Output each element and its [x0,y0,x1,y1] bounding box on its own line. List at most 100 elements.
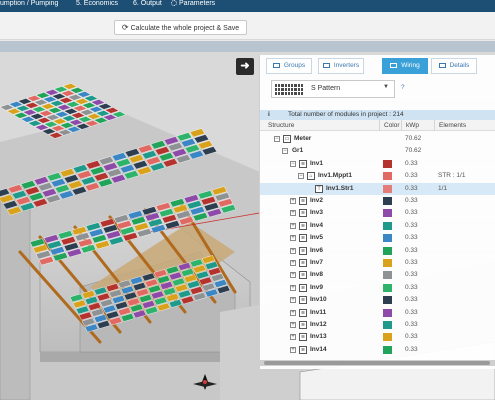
tree-row-label: Inv11 [310,308,327,316]
expand-icon[interactable]: + [290,309,296,316]
tree-row-label: Inv1.Str1 [326,184,354,192]
horizontal-scrollbar[interactable] [260,360,495,366]
color-swatch[interactable] [383,271,392,280]
color-swatch[interactable] [383,172,392,181]
tree-row-label: Inv8 [310,271,324,279]
tree-row-kwp: 0.33 [405,221,418,229]
expand-icon[interactable]: + [290,222,296,229]
column-kwp[interactable]: kWp [406,120,419,131]
color-swatch[interactable] [383,345,392,354]
help-icon[interactable]: ? [401,84,405,91]
nav-consumption[interactable]: umption / Pumping [0,0,58,12]
tree-row-label: Inv6 [310,246,324,254]
nav-economics[interactable]: 5. Economics [76,0,118,12]
expand-icon[interactable]: + [290,322,296,328]
tree-row-label: Inv14 [310,345,327,353]
tab-wiring[interactable]: Wiring [382,58,428,74]
expand-icon[interactable]: + [290,272,296,279]
color-swatch[interactable] [383,296,392,305]
tree-row[interactable]: + ≋ Inv2 0.33 [260,195,495,207]
tree-row-elements: STR : 1/1 [438,172,466,180]
tree-row-kwp: 0.33 [405,321,418,328]
tree-row[interactable]: + ≋ Inv8 0.33 [260,269,495,281]
expand-icon[interactable]: + [290,334,296,341]
color-swatch[interactable] [383,308,392,317]
inverter-icon: ≋ [299,308,307,317]
pattern-select-value: S Pattern [311,85,341,92]
tab-wiring-label: Wiring [401,62,420,69]
tab-details[interactable]: Details [431,58,477,74]
tree-row[interactable]: + ≋ Inv6 0.33 [260,245,495,257]
color-swatch[interactable] [383,259,392,267]
tree-row[interactable]: + ≋ Inv4 0.33 [260,220,495,232]
tree-row[interactable]: + ≋ Inv9 0.33 [260,282,495,294]
tree-row-label: Inv10 [310,296,327,304]
tree-row[interactable]: + ≋ Inv11 0.33 [260,307,495,319]
tree-row-kwp: 0.33 [405,345,418,353]
tree-row-kwp: 0.33 [405,197,418,204]
expand-icon[interactable]: + [290,198,296,204]
collapse-icon[interactable]: − [298,173,304,180]
color-swatch[interactable] [383,234,392,243]
tree-row[interactable]: − ≋ Inv1 0.33 [260,158,495,170]
expand-icon[interactable]: + [290,247,296,254]
expand-icon[interactable]: + [290,284,296,291]
calculate-save-button[interactable]: ⟳ Calculate the whole project & Save [114,20,247,35]
scrollbar-thumb[interactable] [264,361,490,365]
color-swatch[interactable] [383,221,392,230]
expand-icon[interactable]: + [290,260,296,266]
tree-row[interactable]: + ≋ Inv3 0.33 [260,207,495,219]
tree-row[interactable]: − Gr1 70.62 [260,145,495,157]
color-swatch[interactable] [383,246,392,255]
nav-parameters[interactable]: Parameters [171,0,215,12]
inverter-icon: ≋ [299,259,307,267]
column-structure[interactable]: Structure [268,120,294,131]
tree-row-label: Inv12 [310,321,327,328]
nav-output[interactable]: 6. Output [133,0,162,12]
tree-row[interactable]: + ≋ Inv7 0.33 [260,257,495,269]
tree-row-label: Inv1 [310,159,324,167]
color-swatch[interactable] [383,184,392,193]
calculate-save-label: Calculate the whole project & Save [130,25,240,32]
expand-icon[interactable]: + [290,297,296,304]
tree-row[interactable]: + ≋ Inv10 0.33 [260,294,495,306]
color-swatch[interactable] [383,197,392,205]
tree-row[interactable]: ⊤ Inv1.Str1 0.33 1/1 [260,182,495,195]
tree-row-kwp: 0.33 [405,296,418,304]
color-swatch[interactable] [383,333,392,342]
module-count-info: i Total number of modules in project : 2… [260,110,495,120]
collapse-icon[interactable]: − [282,148,288,155]
inverter-icon: ≋ [299,159,307,168]
tree-row[interactable]: − ▭ Meter 70.62 [260,133,495,145]
expand-panel-button[interactable]: ➜ [236,58,254,75]
tab-inverters[interactable]: Inverters [318,58,364,74]
column-color[interactable]: Color [384,120,400,131]
color-swatch[interactable] [383,209,392,218]
tree-row[interactable]: − ⌂ Inv1.Mppt1 0.33 STR : 1/1 [260,170,495,182]
tree-row[interactable]: + ≋ Inv5 0.33 [260,232,495,244]
string-icon: ⊤ [315,184,323,193]
tree-row-kwp: 0.33 [405,259,418,266]
tab-groups[interactable]: Groups [266,58,312,74]
expand-icon[interactable]: + [290,210,296,217]
tree-row[interactable]: + ≋ Inv13 0.33 [260,331,495,343]
tree-row[interactable]: + ≋ Inv14 0.33 [260,344,495,356]
tab-details-label: Details [449,62,470,69]
color-swatch[interactable] [383,159,392,168]
inverter-icon: ≋ [299,234,307,243]
pattern-preview-icon [275,84,303,95]
color-swatch[interactable] [383,283,392,292]
tree-row-label: Inv2 [310,197,324,204]
color-swatch[interactable] [383,321,392,329]
expand-icon[interactable]: + [290,235,296,242]
pattern-select[interactable]: S Pattern ▼ [271,80,395,98]
tree-row-label: Inv5 [310,234,324,242]
collapse-icon[interactable]: − [290,160,296,167]
tree-row[interactable]: + ≋ Inv12 0.33 [260,319,495,331]
details-icon [438,62,446,68]
column-elements[interactable]: Elements [439,120,466,131]
collapse-icon[interactable]: − [274,136,280,142]
expand-icon[interactable]: + [290,346,296,353]
tree-row-kwp: 0.33 [405,271,418,279]
inverter-icon: ≋ [299,246,307,255]
